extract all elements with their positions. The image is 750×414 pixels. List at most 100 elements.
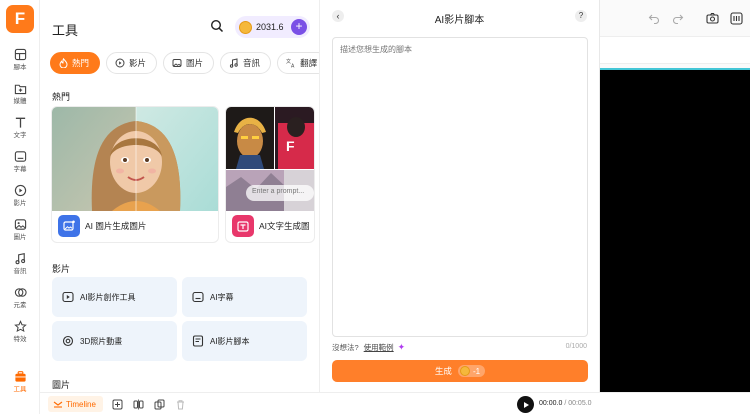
image-icon bbox=[172, 58, 182, 68]
tab-image[interactable]: 圖片 bbox=[163, 52, 215, 74]
rail-item-label: 特效 bbox=[13, 335, 27, 343]
fire-icon bbox=[59, 58, 68, 68]
rail-item-subtitle[interactable]: 字幕 bbox=[0, 144, 40, 178]
tab-video[interactable]: 影片 bbox=[106, 52, 158, 74]
tools-panel: 工具 2031.6 + 熱門 影片 圖片 音訊 文 A 翻譯 熱門 AI 圖片生… bbox=[40, 0, 320, 392]
rail-item-media[interactable]: 媒體 bbox=[0, 76, 40, 110]
rail-item-effects[interactable]: 特效 bbox=[0, 314, 40, 348]
coin-icon bbox=[459, 366, 470, 376]
ai-script-panel: ‹ AI影片腳本 ? 沒想法? 使用範例 ✦ 0/1000 生成 -1 bbox=[320, 0, 600, 392]
rail-item-label: 文字 bbox=[13, 131, 27, 139]
section-title-video: 影片 bbox=[52, 264, 71, 274]
settings-icon bbox=[729, 11, 743, 25]
add-clip-button[interactable] bbox=[110, 397, 124, 411]
media-icon bbox=[13, 82, 27, 96]
video-icon bbox=[115, 58, 125, 68]
use-example-link[interactable]: 使用範例 bbox=[364, 342, 394, 353]
video-create-icon bbox=[62, 291, 74, 303]
effects-icon bbox=[13, 320, 27, 334]
generate-cost-value: -1 bbox=[472, 366, 481, 376]
undo-icon bbox=[648, 14, 659, 24]
rail-item-elements[interactable]: 元素 bbox=[0, 280, 40, 314]
tool-label: AI字幕 bbox=[210, 292, 234, 302]
char-counter: 0/1000 bbox=[565, 343, 587, 350]
play-button[interactable] bbox=[517, 396, 534, 413]
tool-ai-subtitle[interactable]: AI字幕 bbox=[182, 277, 307, 317]
subtitle-icon bbox=[192, 291, 204, 303]
camera-icon bbox=[705, 12, 719, 24]
rail-item-label: 工具 bbox=[13, 385, 27, 393]
undo-button[interactable] bbox=[644, 8, 664, 28]
card-caption: AI文字生成圖 bbox=[232, 214, 314, 238]
app-logo[interactable]: F bbox=[6, 5, 34, 33]
card-text-to-image[interactable]: F Enter a prompt... AI文字生成圖 bbox=[225, 106, 315, 243]
rail-item-label: 音訊 bbox=[13, 267, 27, 275]
tab-hot[interactable]: 熱門 bbox=[50, 52, 101, 74]
section-title-hot: 熱門 bbox=[52, 92, 71, 102]
video-canvas[interactable] bbox=[600, 68, 750, 392]
help-button[interactable]: ? bbox=[575, 10, 587, 22]
music-icon bbox=[229, 58, 239, 68]
rail-item-video[interactable]: 影片 bbox=[0, 178, 40, 212]
card-caption: AI 圖片生成圖片 bbox=[58, 214, 146, 238]
tab-label: 翻譯 bbox=[300, 58, 318, 68]
duplicate-button[interactable] bbox=[152, 397, 166, 411]
left-rail: F 腳本 媒體 文字 字幕 影片 圖片 音訊 元素 特效 工具 bbox=[0, 0, 40, 414]
credits-badge[interactable]: 2031.6 + bbox=[235, 16, 310, 38]
split-button[interactable] bbox=[131, 397, 145, 411]
rail-item-label: 影片 bbox=[13, 199, 27, 207]
text-image-icon bbox=[232, 215, 254, 237]
search-button[interactable] bbox=[210, 19, 226, 35]
tool-3d-photo-animation[interactable]: 3D照片動畫 bbox=[52, 321, 177, 361]
settings-button[interactable] bbox=[726, 8, 746, 28]
script-prompt-input[interactable] bbox=[332, 37, 588, 337]
tab-label: 影片 bbox=[129, 58, 147, 68]
translate-icon: 文A bbox=[286, 58, 296, 68]
rail-item-label: 腳本 bbox=[13, 63, 27, 71]
script-panel-title: AI影片腳本 bbox=[434, 15, 485, 26]
tab-translate[interactable]: 文A 翻譯 bbox=[277, 52, 319, 74]
credits-value: 2031.6 bbox=[256, 22, 284, 32]
rail-item-audio[interactable]: 音訊 bbox=[0, 246, 40, 280]
duplicate-icon bbox=[154, 399, 164, 409]
rail-item-image[interactable]: 圖片 bbox=[0, 212, 40, 246]
idea-text: 沒想法? bbox=[332, 343, 359, 352]
image-icon bbox=[13, 218, 27, 232]
rail-item-tools[interactable]: 工具 bbox=[0, 364, 40, 398]
preview-area bbox=[600, 0, 750, 392]
card-label: AI 圖片生成圖片 bbox=[85, 221, 147, 231]
section-title-image: 圖片 bbox=[52, 380, 71, 390]
preview-strip bbox=[600, 36, 750, 64]
timeline-label: Timeline bbox=[66, 399, 96, 409]
coin-icon bbox=[239, 20, 252, 34]
generate-button[interactable]: 生成 -1 bbox=[332, 360, 588, 382]
tab-label: 熱門 bbox=[72, 58, 90, 68]
tool-ai-video-creator[interactable]: AI影片創作工具 bbox=[52, 277, 177, 317]
screenshot-button[interactable] bbox=[702, 8, 722, 28]
svg-text:F: F bbox=[286, 138, 295, 154]
image-generate-icon bbox=[58, 215, 80, 237]
rail-item-label: 字幕 bbox=[13, 165, 27, 173]
timeline-icon bbox=[53, 401, 63, 408]
search-icon bbox=[210, 19, 224, 33]
card-label: AI文字生成圖 bbox=[259, 221, 310, 231]
category-tabs: 熱門 影片 圖片 音訊 文A 翻譯 bbox=[50, 52, 319, 74]
timeline-toggle-button[interactable]: Timeline bbox=[48, 396, 103, 412]
tool-ai-video-script[interactable]: AI影片腳本 bbox=[182, 321, 307, 361]
script-icon bbox=[13, 48, 27, 62]
elements-icon bbox=[13, 286, 27, 300]
rail-item-label: 媒體 bbox=[13, 97, 27, 105]
redo-button[interactable] bbox=[668, 8, 688, 28]
rail-item-script[interactable]: 腳本 bbox=[0, 42, 40, 76]
rail-item-text[interactable]: 文字 bbox=[0, 110, 40, 144]
delete-button[interactable] bbox=[173, 397, 187, 411]
card-image-to-image[interactable]: AI 圖片生成圖片 bbox=[51, 106, 219, 243]
text-icon bbox=[13, 116, 27, 130]
play-icon bbox=[523, 401, 529, 408]
svg-text:A: A bbox=[291, 64, 295, 69]
rail-item-label: 圖片 bbox=[13, 233, 27, 241]
tool-label: AI影片創作工具 bbox=[80, 292, 136, 302]
tab-audio[interactable]: 音訊 bbox=[220, 52, 272, 74]
add-credits-button[interactable]: + bbox=[291, 19, 307, 35]
tool-label: 3D照片動畫 bbox=[80, 336, 123, 346]
